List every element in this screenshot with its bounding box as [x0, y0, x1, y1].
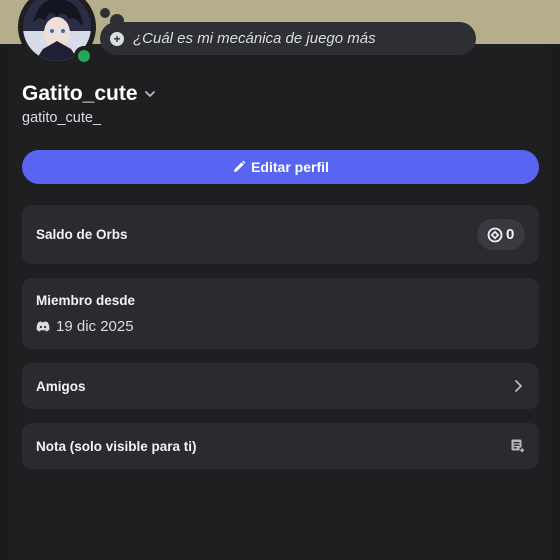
orbs-balance-value: 0 [506, 226, 515, 243]
note-label: Nota (solo visible para ti) [36, 439, 197, 454]
member-since-label: Miembro desde [36, 293, 136, 308]
note-row[interactable]: Nota (solo visible para ti) [22, 423, 539, 469]
orbs-balance-card[interactable]: Saldo de Orbs 0 [22, 205, 539, 264]
orb-icon [487, 227, 503, 242]
friends-label: Amigos [36, 379, 86, 394]
member-since-row: 19 dic 2025 [36, 318, 134, 335]
add-status-icon[interactable]: + [110, 31, 124, 46]
display-name-row[interactable]: Gatito_cute [22, 82, 156, 106]
chevron-down-icon[interactable] [144, 88, 156, 100]
custom-status-text: ¿Cuál es mi mecánica de juego más [133, 30, 376, 47]
custom-status-bubble[interactable]: + ¿Cuál es mi mecánica de juego más [100, 22, 476, 55]
add-note-icon[interactable] [511, 439, 525, 453]
orbs-balance-pill[interactable]: 0 [477, 219, 525, 250]
chevron-right-icon [515, 380, 522, 392]
online-status-dot [74, 46, 94, 66]
username: gatito_cute_ [22, 110, 102, 126]
orbs-balance-label: Saldo de Orbs [36, 227, 128, 242]
friends-row[interactable]: Amigos [22, 363, 539, 409]
member-since-date: 19 dic 2025 [56, 318, 134, 335]
profile-screen: + ¿Cuál es mi mecánica de juego más Gati… [0, 0, 560, 560]
edit-profile-button[interactable]: Editar perfil [22, 150, 539, 184]
avatar-container[interactable] [18, 0, 98, 66]
pencil-icon [234, 160, 246, 172]
display-name: Gatito_cute [22, 82, 138, 105]
member-since-card: Miembro desde 19 dic 2025 [22, 278, 539, 349]
status-bubble-tail-small [100, 8, 110, 18]
discord-logo-icon [36, 321, 50, 332]
edit-profile-label: Editar perfil [251, 159, 329, 175]
